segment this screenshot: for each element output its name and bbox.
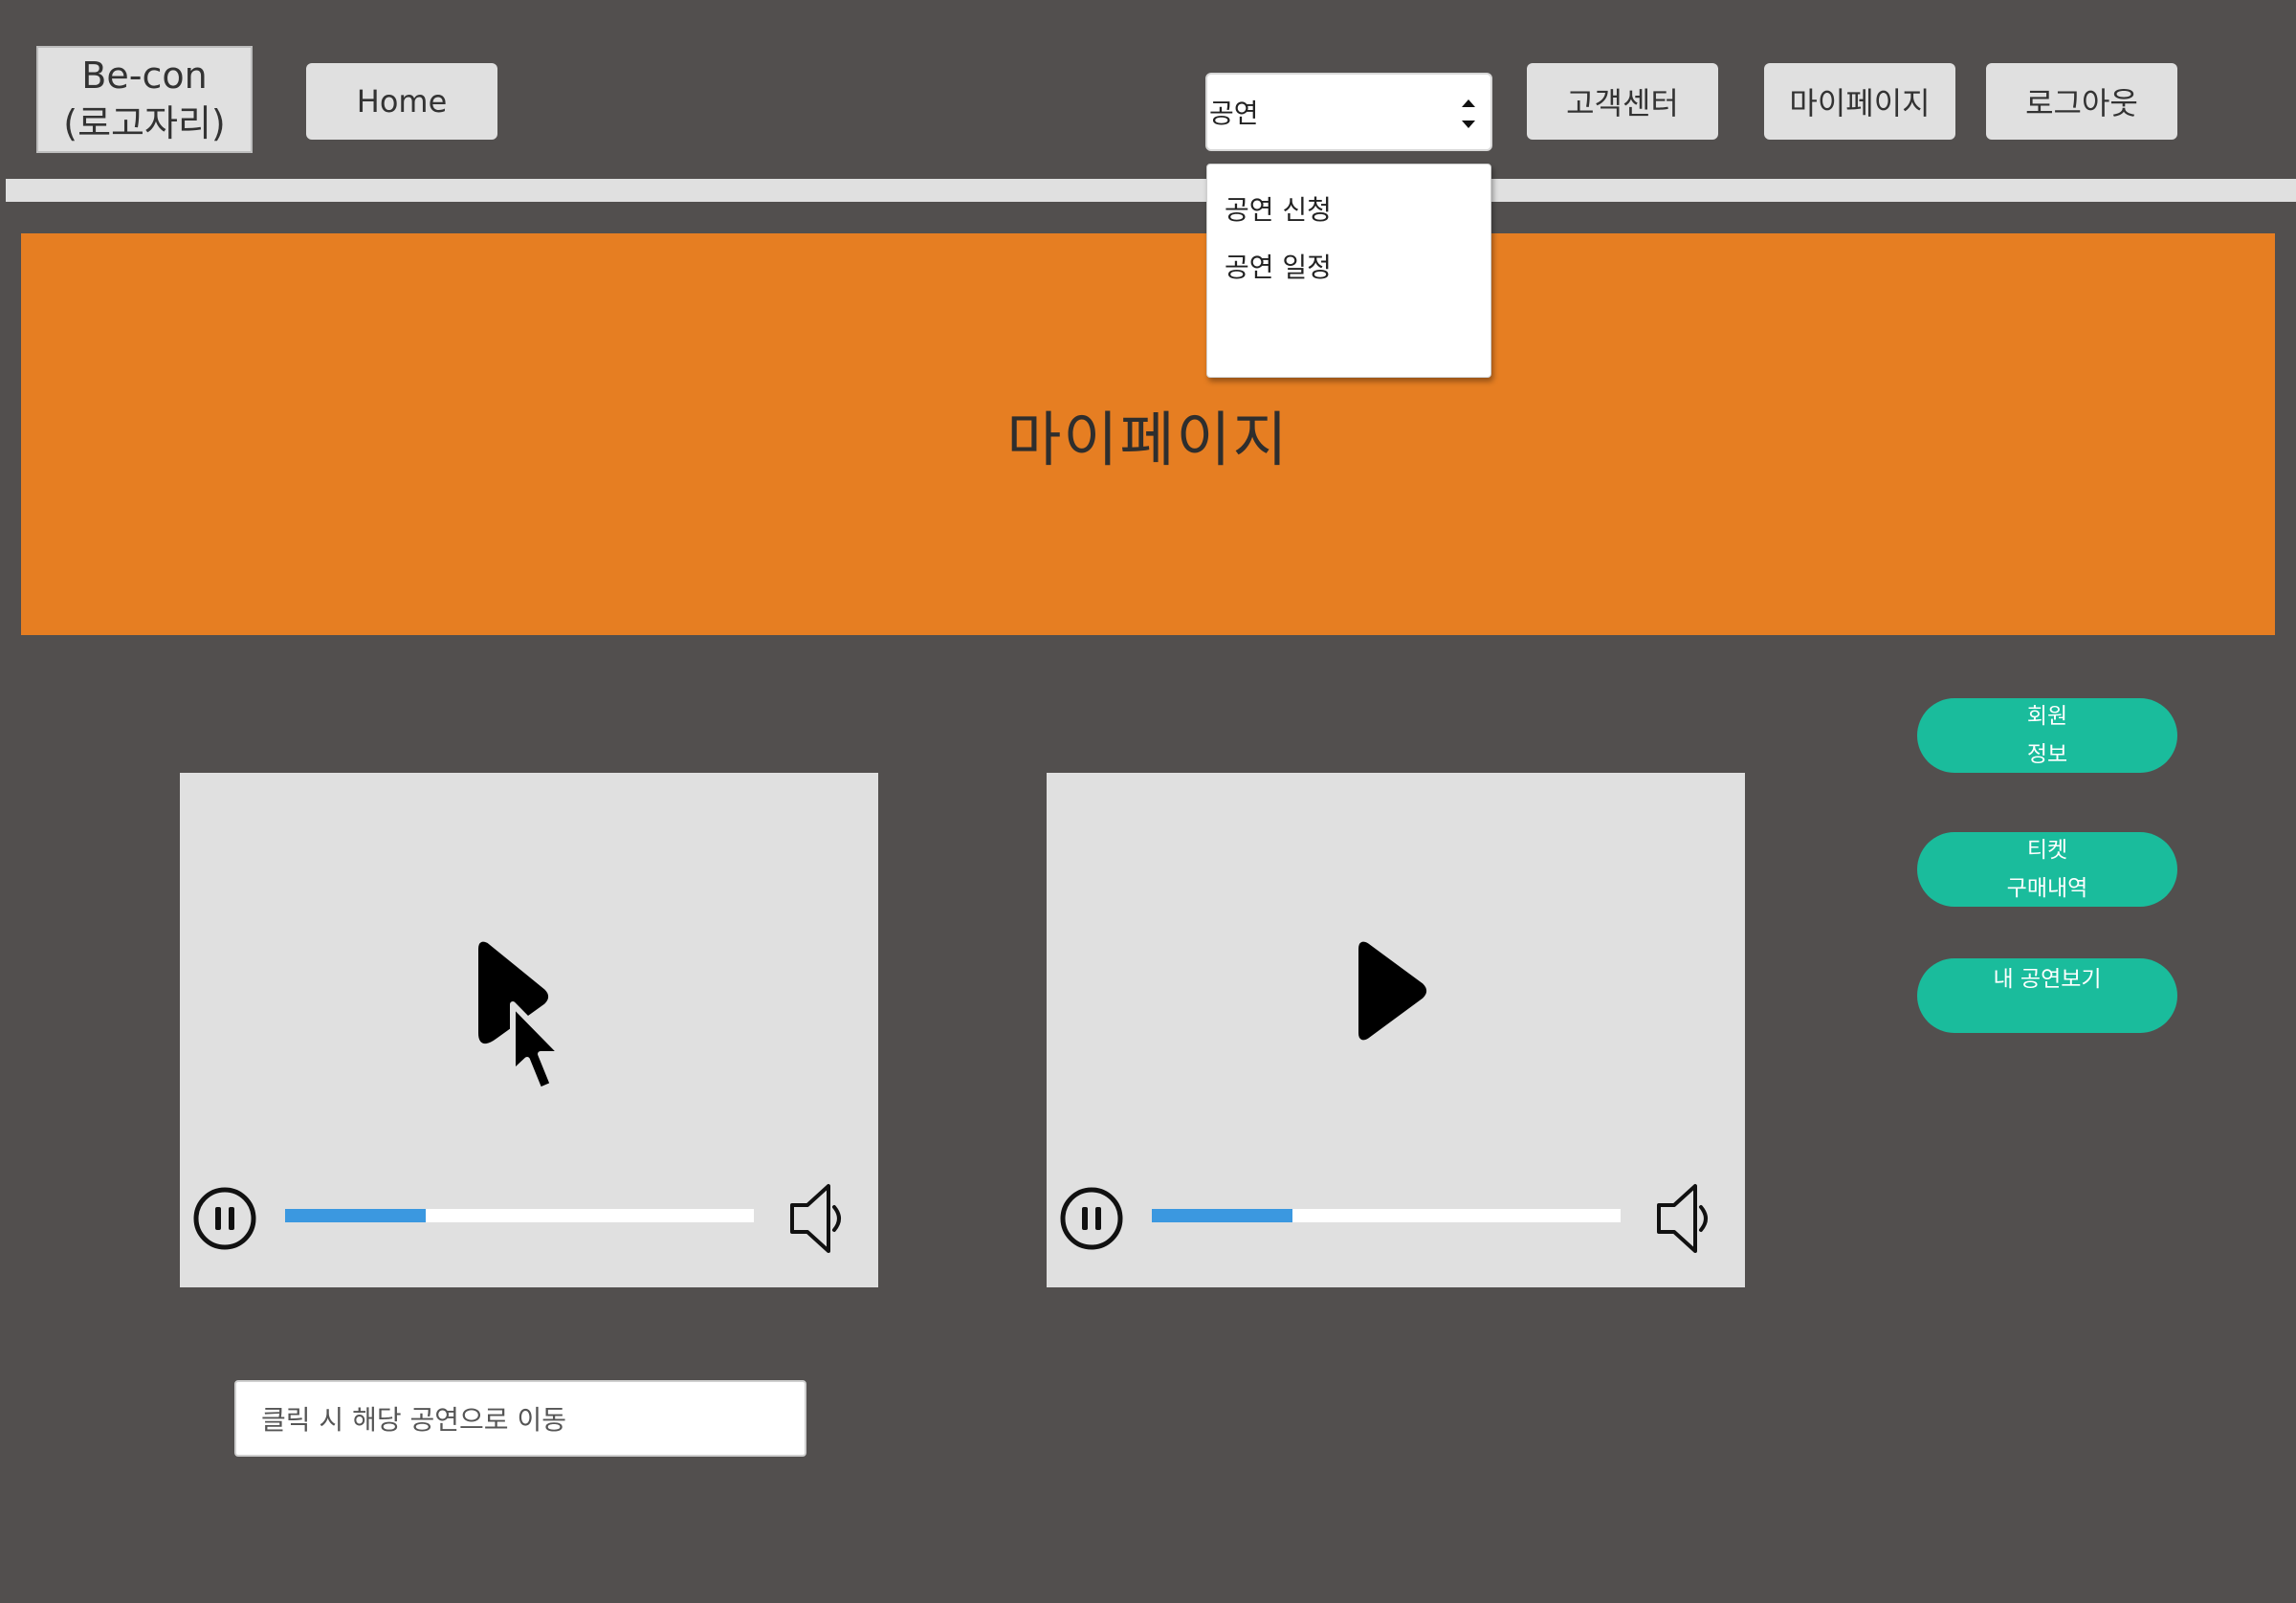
cursor-icon [478, 941, 564, 1093]
customer-center-button[interactable]: 고객센터 [1527, 63, 1718, 140]
volume-icon[interactable] [1653, 1178, 1722, 1259]
progress-fill-1 [285, 1209, 426, 1222]
show-link-text: 클릭 시 해당 공연으로 이동 [261, 1404, 566, 1436]
ticket-history-button[interactable]: 티켓 구매내역 [1917, 832, 2177, 907]
select-value: 공연 [1209, 98, 1259, 129]
category-select[interactable]: 공연 [1205, 73, 1492, 151]
progress-bar-1[interactable] [285, 1209, 754, 1222]
member-info-line1: 회원 [2026, 704, 2068, 729]
my-shows-label: 내 공연보기 [1993, 967, 2102, 992]
home-button[interactable]: Home [306, 63, 497, 140]
member-info-line2: 정보 [2026, 742, 2068, 767]
dropdown-item-schedule[interactable]: 공연 일정 [1207, 239, 1490, 296]
mypage-button[interactable]: 마이페이지 [1764, 63, 1955, 140]
video-player-2[interactable] [1047, 773, 1745, 1287]
select-arrows-icon [1462, 99, 1475, 128]
logo[interactable]: Be-con (로고자리) [36, 46, 253, 153]
header-divider [6, 179, 2296, 202]
progress-fill-2 [1152, 1209, 1292, 1222]
category-dropdown-menu: 공연 신청 공연 일정 [1206, 164, 1491, 378]
play-icon[interactable] [1355, 941, 1427, 1041]
progress-bar-2[interactable] [1152, 1209, 1621, 1222]
pause-icon[interactable] [1060, 1182, 1123, 1255]
show-link-box[interactable]: 클릭 시 해당 공연으로 이동 [234, 1380, 806, 1457]
logo-line1: Be-con [81, 55, 208, 97]
page-banner: 마이페이지 [21, 233, 2275, 635]
ticket-line2: 구매내역 [2006, 876, 2088, 901]
pause-icon[interactable] [193, 1182, 256, 1255]
logo-line2: (로고자리) [63, 102, 226, 144]
video-player-1[interactable] [180, 773, 878, 1287]
volume-icon[interactable] [786, 1178, 855, 1259]
logout-button[interactable]: 로그아웃 [1986, 63, 2177, 140]
ticket-line1: 티켓 [2026, 838, 2068, 863]
my-shows-button[interactable]: 내 공연보기 [1917, 958, 2177, 1033]
dropdown-item-apply[interactable]: 공연 신청 [1207, 182, 1490, 239]
page-title: 마이페이지 [1006, 405, 1290, 474]
member-info-button[interactable]: 회원 정보 [1917, 698, 2177, 773]
